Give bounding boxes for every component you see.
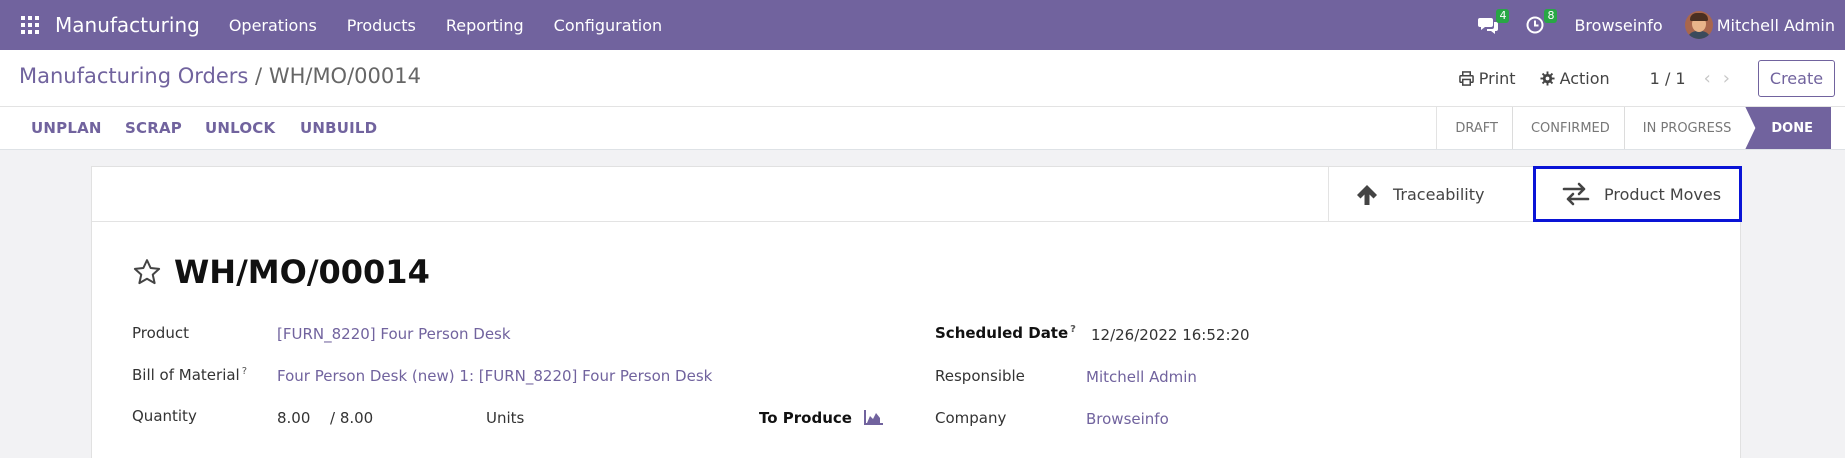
status-bar: UNPLAN SCRAP UNLOCK UNBUILD DRAFT CONFIR…	[0, 107, 1845, 150]
menu-products[interactable]: Products	[347, 16, 416, 35]
control-panel-actions: Print Action 1 / 1 ‹ › Create	[1458, 50, 1845, 107]
company-label: Company	[935, 409, 1007, 427]
bom-label-text: Bill of Material	[132, 366, 240, 384]
app-brand[interactable]: Manufacturing	[55, 13, 200, 37]
messages-button[interactable]: 4	[1478, 9, 1510, 39]
quantity-total: / 8.00	[330, 409, 374, 427]
control-panel: Manufacturing Orders / WH/MO/00014 Print…	[0, 50, 1845, 107]
responsible-field[interactable]: Mitchell Admin	[1086, 368, 1197, 386]
pager-value[interactable]: 1 / 1	[1650, 69, 1686, 88]
chat-icon	[1478, 18, 1499, 34]
arrow-up-icon	[1357, 184, 1377, 205]
activities-count-badge: 8	[1544, 9, 1558, 23]
area-chart-icon[interactable]	[864, 409, 884, 425]
company-switcher[interactable]: Browseinfo	[1574, 16, 1662, 35]
breadcrumb-separator: /	[255, 64, 263, 88]
gear-icon	[1540, 71, 1555, 86]
print-label: Print	[1478, 69, 1516, 88]
unlock-button[interactable]: UNLOCK	[205, 119, 275, 137]
stage-pipeline: DRAFT CONFIRMED IN PROGRESS DONE	[1436, 107, 1831, 149]
bom-help-mark[interactable]: ?	[242, 366, 247, 377]
scheduled-date-help-mark[interactable]: ?	[1070, 324, 1076, 335]
user-menu[interactable]: Mitchell Admin	[1717, 16, 1835, 35]
unbuild-button[interactable]: UNBUILD	[300, 119, 377, 137]
quantity-uom: Units	[486, 409, 525, 427]
title-row: WH/MO/00014	[132, 253, 430, 291]
bom-label: Bill of Material?	[132, 366, 247, 384]
quantity-label: Quantity	[132, 407, 197, 425]
product-moves-label: Product Moves	[1604, 184, 1722, 204]
menu-reporting[interactable]: Reporting	[446, 16, 524, 35]
avatar[interactable]	[1684, 11, 1713, 39]
scrap-button[interactable]: SCRAP	[125, 119, 182, 137]
messages-count-badge: 4	[1496, 9, 1510, 23]
menu-operations[interactable]: Operations	[229, 16, 317, 35]
action-label: Action	[1559, 69, 1610, 88]
print-icon	[1458, 71, 1474, 86]
action-button[interactable]: Action	[1540, 69, 1610, 88]
menu-configuration[interactable]: Configuration	[554, 16, 663, 35]
product-label: Product	[132, 324, 189, 342]
unplan-button[interactable]: UNPLAN	[31, 119, 102, 137]
quantity-field[interactable]: 8.00	[277, 409, 310, 427]
scheduled-date-field[interactable]: 12/26/2022 16:52:20	[1091, 326, 1250, 344]
stage-in-progress[interactable]: IN PROGRESS	[1623, 107, 1746, 149]
responsible-label: Responsible	[935, 367, 1025, 385]
clock-icon	[1526, 16, 1544, 34]
company-field[interactable]: Browseinfo	[1086, 410, 1169, 428]
stage-confirmed[interactable]: CONFIRMED	[1511, 107, 1624, 149]
traceability-label: Traceability	[1393, 185, 1485, 204]
stage-draft[interactable]: DRAFT	[1436, 107, 1512, 149]
print-button[interactable]: Print	[1458, 69, 1516, 88]
breadcrumb: Manufacturing Orders / WH/MO/00014	[19, 64, 421, 88]
form-sheet: Traceability Product Moves WH/MO/00014 P…	[91, 166, 1742, 458]
traceability-button[interactable]: Traceability	[1328, 167, 1533, 222]
activities-button[interactable]: 8	[1526, 9, 1558, 39]
product-field[interactable]: [FURN_8220] Four Person Desk	[277, 325, 511, 343]
apps-menu-icon[interactable]	[21, 15, 41, 35]
navbar-systray: 4 8 Browseinfo Mitchell Admin	[1478, 0, 1835, 50]
bom-field[interactable]: Four Person Desk (new) 1: [FURN_8220] Fo…	[277, 367, 712, 385]
breadcrumb-parent[interactable]: Manufacturing Orders	[19, 64, 248, 88]
top-navbar: Manufacturing Operations Products Report…	[0, 0, 1845, 50]
star-icon[interactable]	[132, 257, 162, 287]
product-moves-button[interactable]: Product Moves	[1533, 166, 1742, 222]
smart-button-box: Traceability Product Moves	[92, 166, 1742, 222]
pager-previous-icon[interactable]: ‹	[1704, 68, 1711, 89]
to-produce-label: To Produce	[759, 409, 852, 427]
breadcrumb-current: WH/MO/00014	[268, 64, 421, 88]
scheduled-date-label: Scheduled Date?	[935, 324, 1076, 342]
exchange-arrows-icon	[1562, 182, 1590, 206]
stage-done[interactable]: DONE	[1745, 107, 1831, 149]
pager-next-icon[interactable]: ›	[1723, 68, 1730, 89]
scheduled-date-label-text: Scheduled Date	[935, 324, 1069, 342]
record-title: WH/MO/00014	[174, 253, 430, 291]
create-button[interactable]: Create	[1758, 60, 1835, 97]
